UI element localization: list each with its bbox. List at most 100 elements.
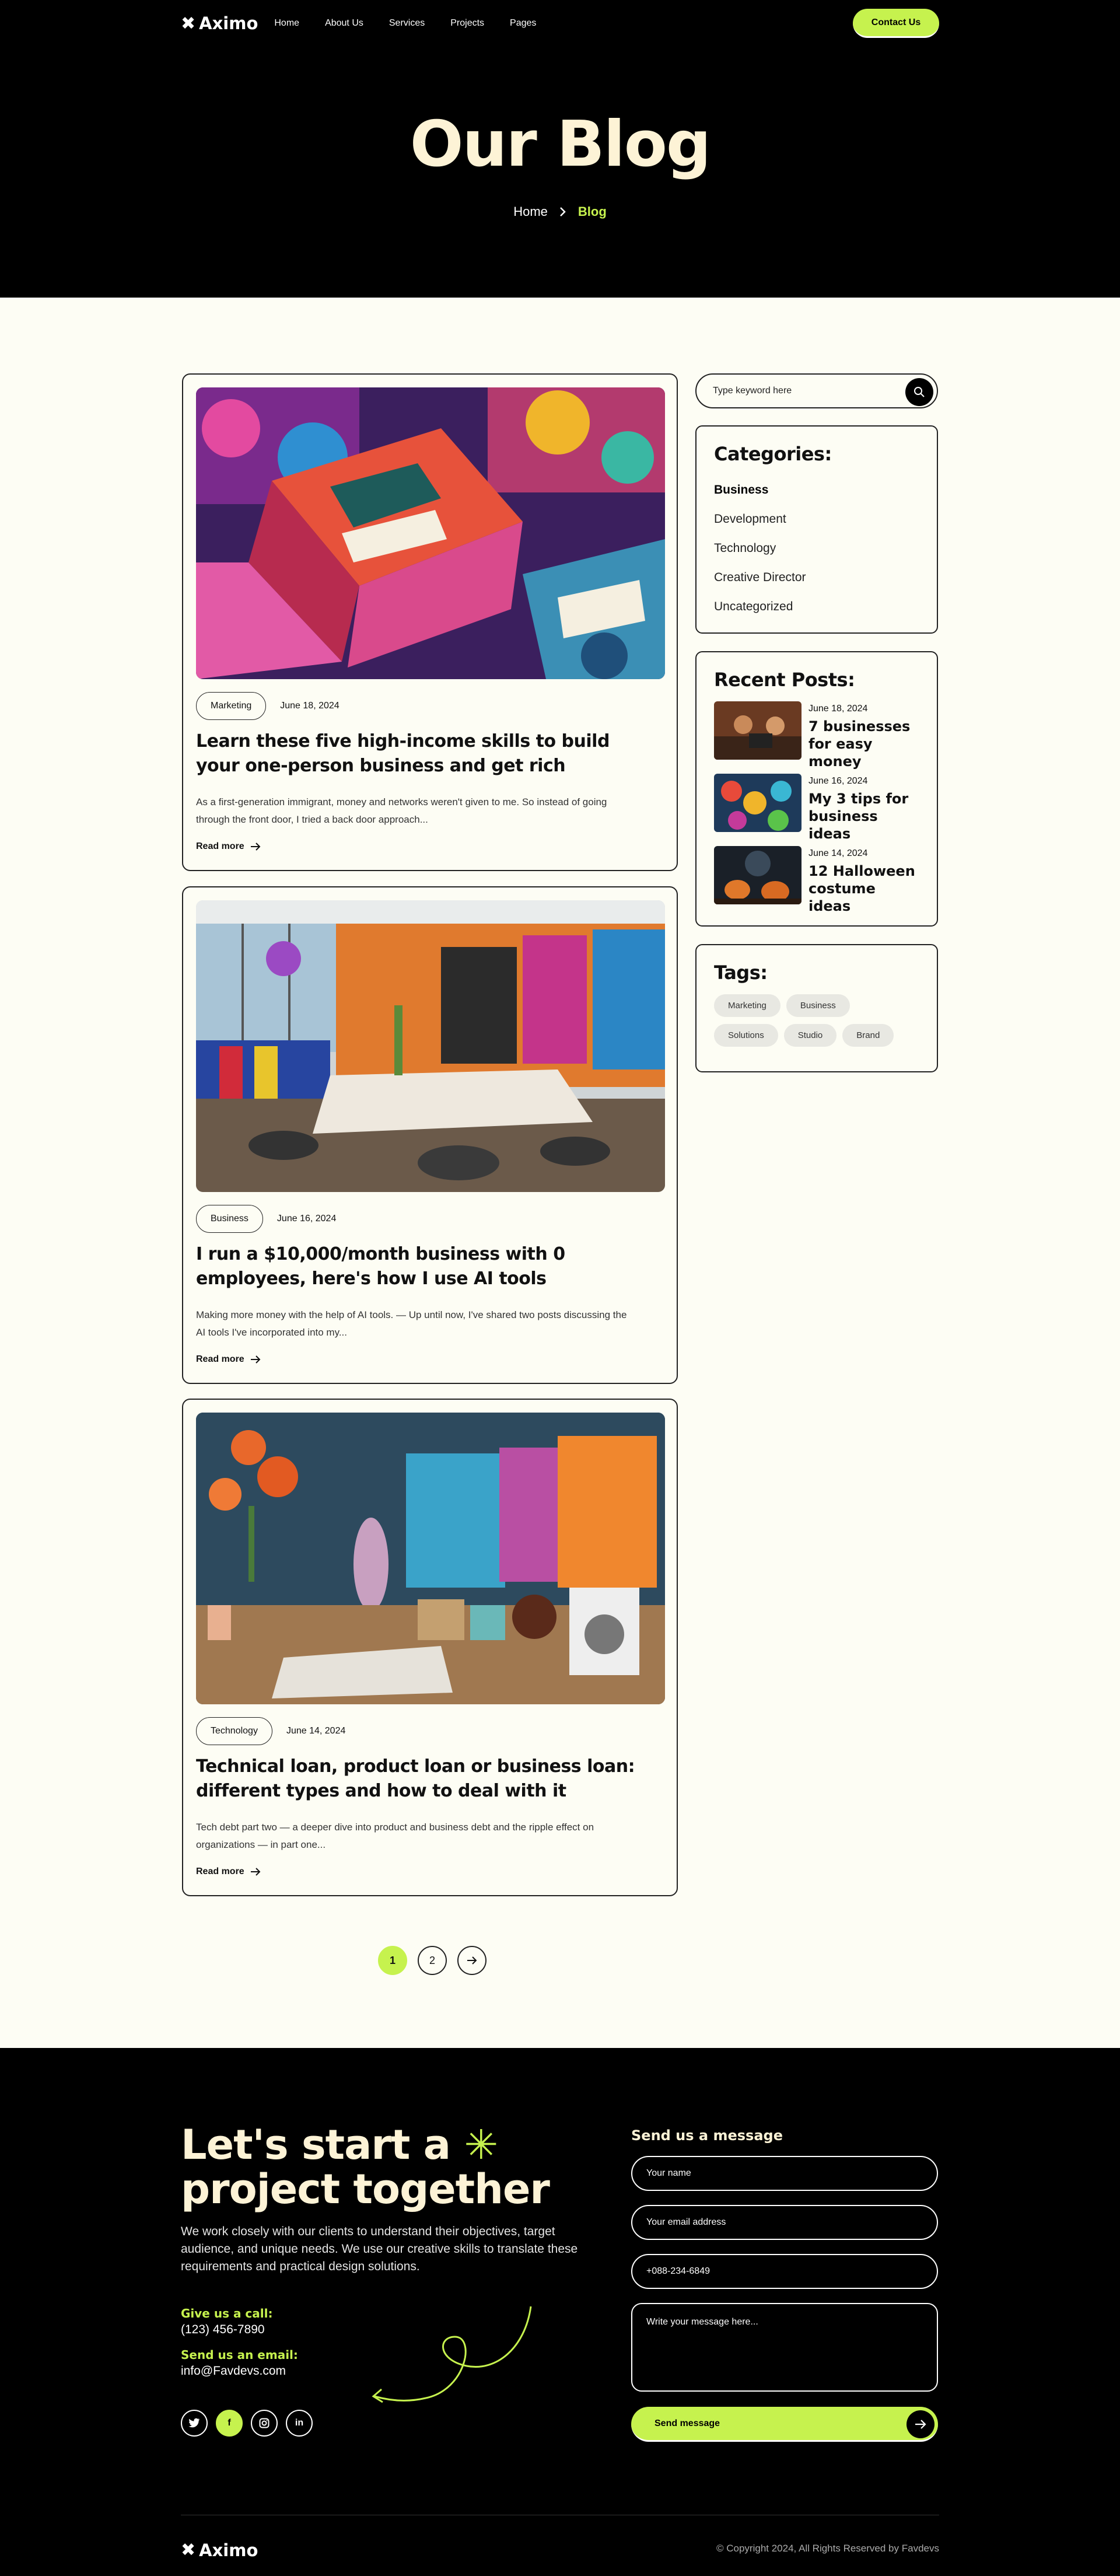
tag-business[interactable]: Business <box>786 994 850 1017</box>
facebook-icon[interactable]: f <box>216 2410 243 2437</box>
post-title[interactable]: Learn these five high-income skills to b… <box>196 729 653 778</box>
post-category-tag[interactable]: Technology <box>196 1717 272 1745</box>
post-date: June 18, 2024 <box>280 701 340 711</box>
arrow-right-icon <box>250 1868 261 1876</box>
post-category-tag[interactable]: Business <box>196 1205 263 1233</box>
chevron-right-icon <box>560 207 566 216</box>
phone-link[interactable]: (123) 456-7890 <box>181 2323 265 2337</box>
send-message-button[interactable]: Send message <box>631 2407 938 2442</box>
logo-mark-icon: ✖ <box>181 2540 196 2560</box>
email-field[interactable]: Your email address <box>631 2205 938 2240</box>
post-excerpt: Making more money with the help of AI to… <box>196 1309 627 1338</box>
logo-mark-icon: ✖ <box>181 13 196 34</box>
asterisk-icon: ✳ <box>464 2121 498 2169</box>
linkedin-icon[interactable]: in <box>286 2410 313 2437</box>
category-technology[interactable]: Technology <box>714 534 919 563</box>
navbar: ✖ Aximo Home About Us Services Projects … <box>181 0 939 47</box>
logo-text: Aximo <box>199 2540 258 2560</box>
recent-post[interactable]: June 16, 2024 My 3 tips for business ide… <box>714 774 919 846</box>
footer-logo[interactable]: ✖ Aximo <box>181 2540 258 2560</box>
social-links: f in <box>181 2410 313 2437</box>
tag-solutions[interactable]: Solutions <box>714 1024 778 1047</box>
categories-widget: Categories: Business Development Technol… <box>695 425 938 634</box>
logo[interactable]: ✖ Aximo <box>181 13 258 34</box>
page-button-1[interactable]: 1 <box>378 1946 407 1975</box>
nav-link-about[interactable]: About Us <box>325 18 363 29</box>
post-meta: Marketing June 18, 2024 <box>196 692 340 720</box>
post-category-tag[interactable]: Marketing <box>196 692 267 720</box>
page-title: Our Blog <box>410 108 711 181</box>
category-business[interactable]: Business <box>714 476 919 505</box>
breadcrumb-current: Blog <box>578 204 607 219</box>
read-more-link[interactable]: Read more <box>196 1354 261 1365</box>
recent-post-date: June 16, 2024 <box>808 776 868 786</box>
arrow-right-icon <box>250 1355 261 1364</box>
tag-marketing[interactable]: Marketing <box>714 994 780 1017</box>
blog-post-card: Business June 16, 2024 I run a $10,000/m… <box>182 886 678 1384</box>
twitter-icon[interactable] <box>181 2410 208 2437</box>
site-footer: Let's start a ✳ project together We work… <box>0 2048 1120 2576</box>
recent-post-title[interactable]: My 3 tips for business ideas <box>808 790 919 843</box>
tag-list: Marketing Business Solutions Studio Bran… <box>714 994 919 1047</box>
footer-heading-line1: Let's start a <box>181 2121 451 2169</box>
tags-title: Tags: <box>714 962 768 984</box>
name-field[interactable]: Your name <box>631 2156 938 2191</box>
footer-description: We work closely with our clients to unde… <box>181 2225 578 2273</box>
nav-link-projects[interactable]: Projects <box>450 18 484 29</box>
footer-heading-line2: project together <box>181 2165 550 2213</box>
arrow-right-icon <box>467 1956 477 1965</box>
recent-post[interactable]: June 14, 2024 12 Halloween costume ideas <box>714 846 919 918</box>
search-input[interactable] <box>713 386 888 396</box>
page-button-2[interactable]: 2 <box>418 1946 447 1975</box>
nav-link-services[interactable]: Services <box>389 18 425 29</box>
recent-post-thumbnail[interactable] <box>714 774 802 832</box>
instagram-icon[interactable] <box>251 2410 278 2437</box>
recent-post-title[interactable]: 7 businesses for easy money <box>808 718 919 770</box>
post-title[interactable]: I run a $10,000/month business with 0 em… <box>196 1242 653 1291</box>
read-more-link[interactable]: Read more <box>196 1867 261 1877</box>
tag-brand[interactable]: Brand <box>842 1024 894 1047</box>
email-label: Send us an email: <box>181 2348 298 2362</box>
blog-post-card: Marketing June 18, 2024 Learn these five… <box>182 373 678 871</box>
recent-posts-title: Recent Posts: <box>714 669 855 691</box>
post-image[interactable] <box>196 900 665 1192</box>
read-more-label: Read more <box>196 1867 244 1876</box>
category-development[interactable]: Development <box>714 505 919 534</box>
tag-studio[interactable]: Studio <box>783 1024 837 1047</box>
search-icon <box>914 387 925 397</box>
read-more-link[interactable]: Read more <box>196 841 261 852</box>
recent-post[interactable]: June 18, 2024 7 businesses for easy mone… <box>714 701 919 774</box>
read-more-label: Read more <box>196 1354 244 1364</box>
copyright: © Copyright 2024, All Rights Reserved by… <box>716 2543 939 2554</box>
message-field[interactable]: Write your message here... <box>631 2303 938 2392</box>
recent-post-date: June 18, 2024 <box>808 704 868 714</box>
blog-main: Marketing June 18, 2024 Learn these five… <box>0 298 1120 2048</box>
next-page-button[interactable] <box>457 1946 487 1975</box>
logo-text: Aximo <box>199 13 258 33</box>
recent-post-title[interactable]: 12 Halloween costume ideas <box>808 862 919 915</box>
breadcrumb: Home Blog <box>0 204 1120 219</box>
post-meta: Technology June 14, 2024 <box>196 1717 345 1745</box>
tags-widget: Tags: Marketing Business Solutions Studi… <box>695 944 938 1072</box>
nav-link-pages[interactable]: Pages <box>510 18 536 29</box>
breadcrumb-home[interactable]: Home <box>513 204 548 219</box>
recent-post-thumbnail[interactable] <box>714 701 802 760</box>
post-date: June 14, 2024 <box>286 1726 346 1736</box>
post-meta: Business June 16, 2024 <box>196 1205 336 1233</box>
post-excerpt: Tech debt part two — a deeper dive into … <box>196 1822 594 1850</box>
search-button[interactable] <box>905 378 933 406</box>
recent-post-thumbnail[interactable] <box>714 846 802 904</box>
phone-field[interactable]: +088-234-6849 <box>631 2254 938 2289</box>
blog-post-card: Technology June 14, 2024 Technical loan,… <box>182 1399 678 1896</box>
pagination: 1 2 <box>378 1946 487 1975</box>
email-link[interactable]: info@Favdevs.com <box>181 2364 286 2378</box>
page-header: ✖ Aximo Home About Us Services Projects … <box>0 0 1120 298</box>
post-image[interactable] <box>196 1413 665 1704</box>
categories-title: Categories: <box>714 443 832 465</box>
post-image[interactable] <box>196 387 665 679</box>
contact-us-button[interactable]: Contact Us <box>853 9 939 38</box>
nav-link-home[interactable]: Home <box>274 18 299 29</box>
post-title[interactable]: Technical loan, product loan or business… <box>196 1754 653 1803</box>
category-creative-director[interactable]: Creative Director <box>714 563 919 592</box>
category-uncategorized[interactable]: Uncategorized <box>714 592 919 621</box>
